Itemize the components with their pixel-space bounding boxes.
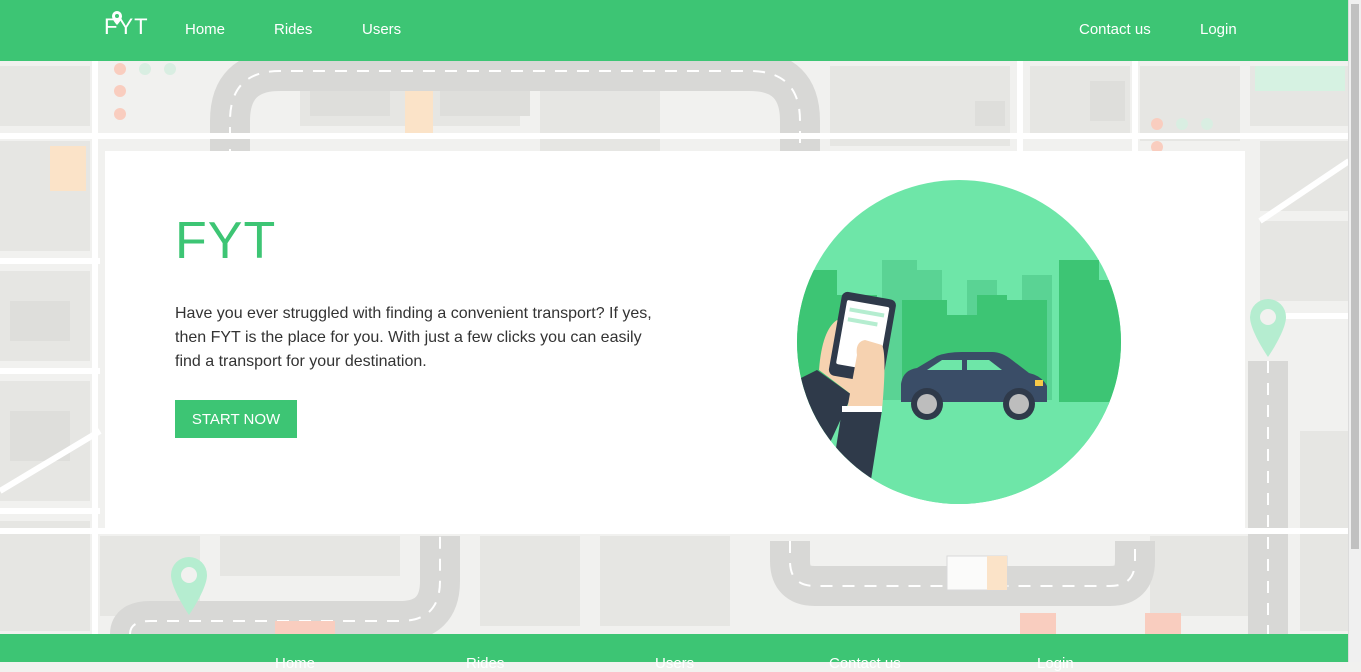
nav-rides-link[interactable]: Rides bbox=[274, 21, 312, 38]
car-illustration bbox=[797, 180, 1121, 504]
footer-users-link[interactable]: Users bbox=[655, 655, 694, 672]
brand-logo[interactable]: FYT bbox=[104, 11, 149, 42]
footer-login-link[interactable]: Login bbox=[1037, 655, 1074, 672]
hero-description: Have you ever struggled with finding a c… bbox=[175, 305, 652, 370]
nav-contact-link[interactable]: Contact us bbox=[1079, 21, 1151, 38]
nav-login-link[interactable]: Login bbox=[1200, 21, 1237, 38]
footer-contact-link[interactable]: Contact us bbox=[829, 655, 901, 672]
nav-users-link[interactable]: Users bbox=[362, 21, 401, 38]
hero-illustration bbox=[797, 180, 1122, 510]
footer-rides-link[interactable]: Rides bbox=[466, 655, 504, 672]
hero-title: FYT bbox=[175, 212, 277, 270]
page-scrollbar[interactable] bbox=[1348, 0, 1361, 662]
start-now-button[interactable]: START NOW bbox=[175, 400, 297, 438]
nav-home-link[interactable]: Home bbox=[185, 21, 225, 38]
footer-home-link[interactable]: Home bbox=[275, 655, 315, 672]
footer: Home Rides Users Contact us Login bbox=[0, 634, 1349, 672]
hero-card: FYT Have you ever struggled with finding… bbox=[105, 151, 1245, 534]
scrollbar-thumb[interactable] bbox=[1351, 4, 1359, 549]
location-pin-icon bbox=[112, 11, 122, 25]
top-navbar: FYT Home Rides Users Contact us Login bbox=[0, 0, 1349, 61]
